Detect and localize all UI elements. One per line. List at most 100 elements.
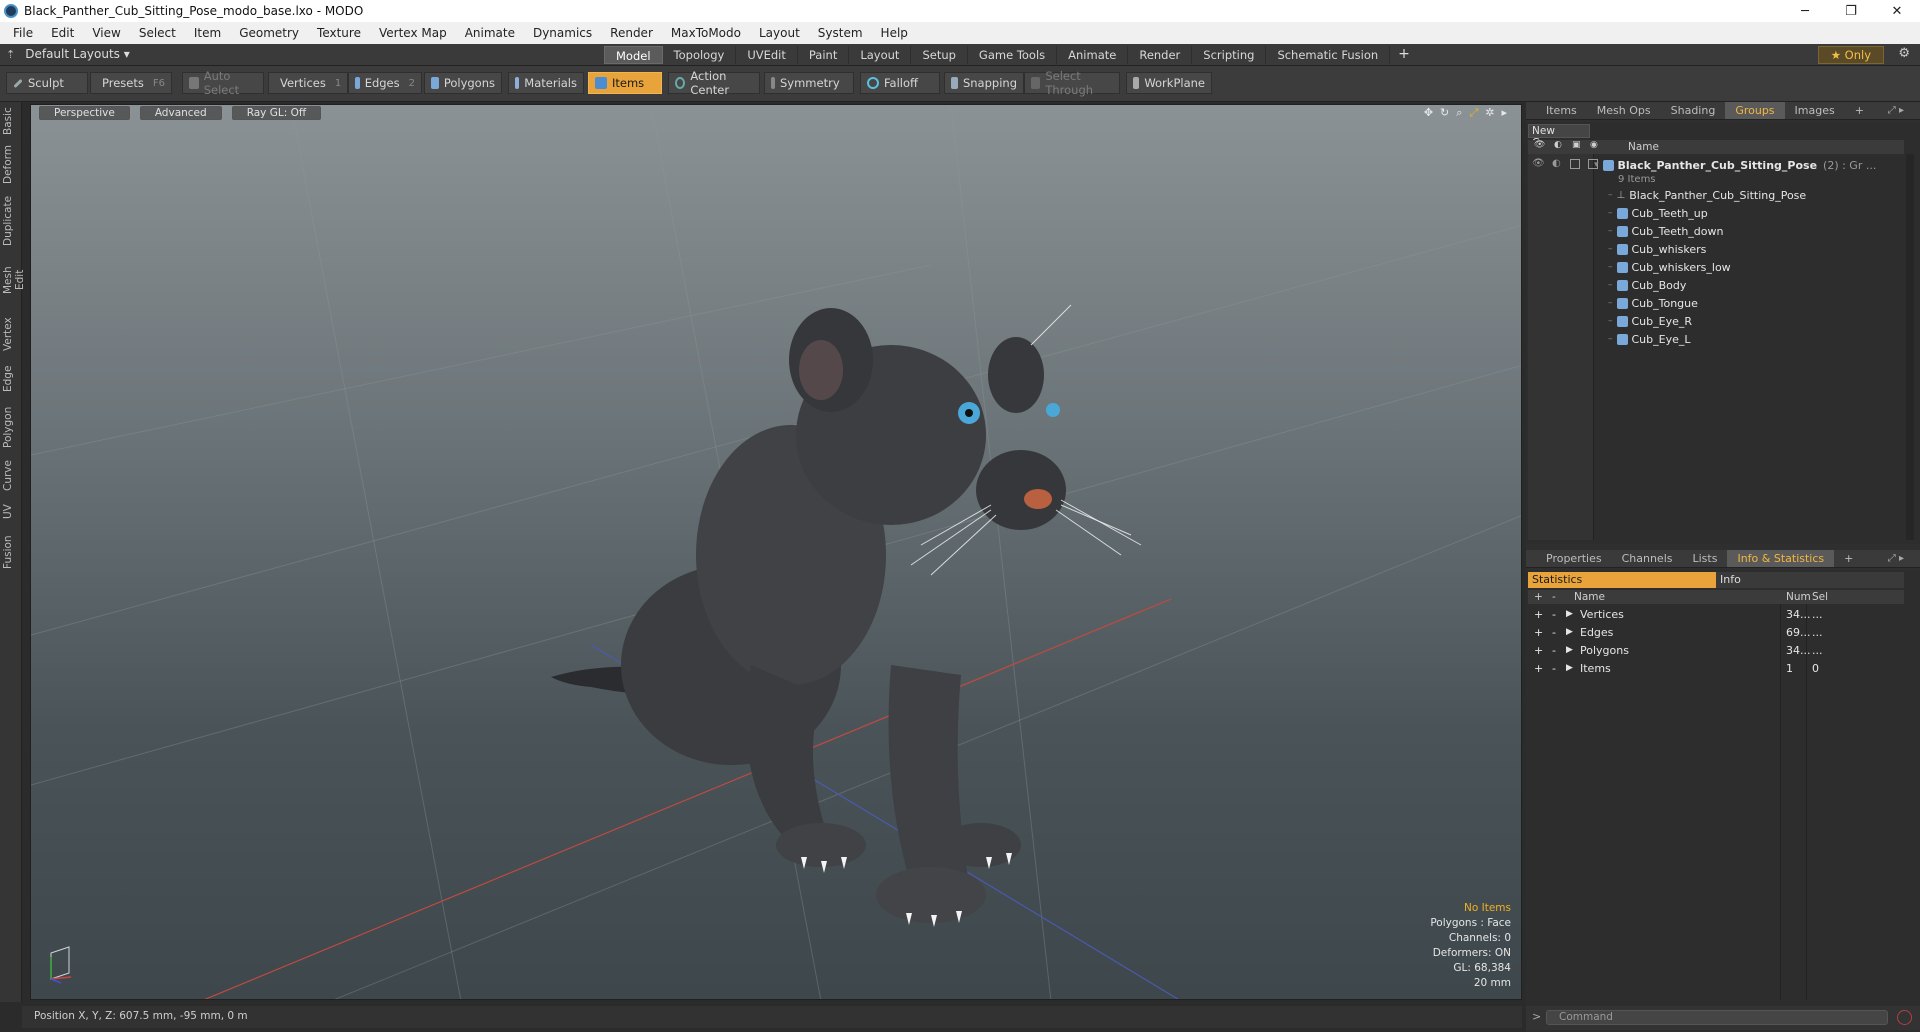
view-mode-dropdown[interactable]: Perspective bbox=[39, 106, 130, 120]
add-tab-button[interactable]: + bbox=[1390, 46, 1418, 64]
strip-tab-vertex[interactable]: Vertex bbox=[2, 314, 20, 354]
expand-arrow-icon[interactable]: ▶ bbox=[1566, 645, 1573, 655]
maximize-button[interactable]: ❐ bbox=[1828, 0, 1874, 22]
menu-view[interactable]: View bbox=[83, 26, 129, 40]
new-group-button[interactable]: New Group bbox=[1528, 124, 1590, 149]
strip-tab-mesh-edit[interactable]: Mesh Edit bbox=[2, 256, 26, 304]
minimize-button[interactable]: ─ bbox=[1782, 0, 1828, 22]
group-collapse-icon[interactable]: ▾ bbox=[1594, 160, 1599, 170]
lock-column-icon[interactable]: ▣ bbox=[1572, 140, 1581, 150]
tab-images[interactable]: Images bbox=[1785, 102, 1845, 119]
visibility-column-icon[interactable]: 👁 bbox=[1534, 140, 1545, 150]
subtab-info[interactable]: Info bbox=[1716, 572, 1904, 588]
tab-info-statistics[interactable]: Info & Statistics bbox=[1727, 550, 1835, 567]
menu-system[interactable]: System bbox=[809, 26, 872, 40]
table-row[interactable]: + - ▶ Polygons 34... ... bbox=[1528, 642, 1904, 660]
tab-schematic-fusion[interactable]: Schematic Fusion bbox=[1266, 46, 1391, 64]
stats-name-header[interactable]: Name bbox=[1574, 591, 1605, 603]
move-view-icon[interactable]: ✥ bbox=[1424, 106, 1433, 120]
edges-mode-button[interactable]: Edges 2 bbox=[348, 72, 422, 94]
tab-animate[interactable]: Animate bbox=[1057, 46, 1129, 64]
presets-button[interactable]: Presets F6 bbox=[90, 72, 172, 94]
collapse-all-icon[interactable]: - bbox=[1552, 591, 1556, 603]
materials-mode-button[interactable]: Materials bbox=[508, 72, 584, 94]
add-icon[interactable]: + bbox=[1534, 626, 1543, 639]
gear-icon[interactable]: ⚙ bbox=[1898, 46, 1910, 61]
render-column-icon[interactable]: ◐ bbox=[1554, 140, 1562, 150]
menu-help[interactable]: Help bbox=[872, 26, 917, 40]
strip-tab-deform[interactable]: Deform bbox=[2, 145, 20, 184]
add-icon[interactable]: + bbox=[1534, 662, 1543, 675]
strip-tab-fusion[interactable]: Fusion bbox=[2, 532, 20, 572]
panel-expand-icon[interactable]: ⤢ ▸ bbox=[1878, 102, 1914, 119]
tab-layout[interactable]: Layout bbox=[849, 46, 912, 64]
expand-all-icon[interactable]: + bbox=[1534, 591, 1543, 603]
tab-render[interactable]: Render bbox=[1128, 46, 1193, 64]
add-icon[interactable]: + bbox=[1534, 644, 1543, 657]
bottom-panel-expand-icon[interactable]: ⤢ ▸ bbox=[1878, 550, 1914, 567]
menu-edit[interactable]: Edit bbox=[42, 26, 83, 40]
groups-scrollbar[interactable] bbox=[1906, 154, 1914, 540]
shading-dropdown[interactable]: Advanced bbox=[139, 106, 222, 120]
add-icon[interactable]: + bbox=[1534, 608, 1543, 621]
tab-channels[interactable]: Channels bbox=[1612, 550, 1683, 567]
add-panel-tab-button[interactable]: + bbox=[1845, 102, 1874, 119]
items-mode-button[interactable]: Items bbox=[588, 72, 662, 94]
tab-paint[interactable]: Paint bbox=[798, 46, 850, 64]
expand-arrow-icon[interactable]: ▶ bbox=[1566, 627, 1573, 637]
list-item[interactable]: – Cub_Eye_L bbox=[1594, 330, 1904, 348]
tab-uvedit[interactable]: UVEdit bbox=[736, 46, 798, 64]
polygons-mode-button[interactable]: Polygons bbox=[424, 72, 502, 94]
add-bottom-tab-button[interactable]: + bbox=[1834, 550, 1863, 567]
list-item[interactable]: – Cub_whiskers bbox=[1594, 240, 1904, 258]
remove-icon[interactable]: - bbox=[1552, 608, 1556, 621]
list-item[interactable]: – Cub_Tongue bbox=[1594, 294, 1904, 312]
menu-layout[interactable]: Layout bbox=[750, 26, 809, 40]
menu-vertex-map[interactable]: Vertex Map bbox=[370, 26, 456, 40]
vertices-mode-button[interactable]: Vertices 1 bbox=[268, 72, 348, 94]
strip-tab-edge[interactable]: Edge bbox=[2, 364, 20, 394]
tab-items[interactable]: Items bbox=[1536, 102, 1587, 119]
auto-select-button[interactable]: Auto Select bbox=[182, 69, 264, 97]
strip-tab-basic[interactable]: Basic bbox=[2, 106, 20, 136]
list-item[interactable]: – Cub_whiskers_low bbox=[1594, 258, 1904, 276]
menu-render[interactable]: Render bbox=[601, 26, 662, 40]
tab-topology[interactable]: Topology bbox=[663, 46, 737, 64]
only-toggle-button[interactable]: ★ Only bbox=[1817, 46, 1884, 64]
workplane-button[interactable]: WorkPlane bbox=[1126, 72, 1212, 94]
group-visibility-icon[interactable]: 👁 bbox=[1532, 158, 1545, 169]
menu-select[interactable]: Select bbox=[130, 26, 185, 40]
command-clear-icon[interactable] bbox=[1897, 1010, 1912, 1025]
menu-texture[interactable]: Texture bbox=[308, 26, 370, 40]
tab-scripting[interactable]: Scripting bbox=[1192, 46, 1267, 64]
menu-item[interactable]: Item bbox=[185, 26, 230, 40]
menu-dynamics[interactable]: Dynamics bbox=[524, 26, 601, 40]
name-column-header[interactable]: Name bbox=[1628, 141, 1659, 153]
expand-arrow-icon[interactable]: ▶ bbox=[1566, 663, 1573, 673]
strip-tab-polygon[interactable]: Polygon bbox=[2, 404, 20, 450]
layouts-dropdown[interactable]: Default Layouts ▾ bbox=[25, 47, 130, 61]
snapping-button[interactable]: Snapping bbox=[944, 72, 1024, 94]
strip-tab-curve[interactable]: Curve bbox=[2, 458, 20, 494]
strip-tab-duplicate[interactable]: Duplicate bbox=[2, 196, 20, 246]
stats-num-header[interactable]: Num bbox=[1786, 591, 1811, 603]
list-item[interactable]: – Cub_Teeth_up bbox=[1594, 204, 1904, 222]
group-lock-checkbox[interactable] bbox=[1570, 159, 1580, 169]
falloff-button[interactable]: Falloff bbox=[860, 72, 940, 94]
remove-icon[interactable]: - bbox=[1552, 662, 1556, 675]
remove-icon[interactable]: - bbox=[1552, 644, 1556, 657]
sculpt-button[interactable]: Sculpt bbox=[6, 72, 88, 94]
rotate-view-icon[interactable]: ↻ bbox=[1440, 106, 1449, 120]
strip-tab-uv[interactable]: UV bbox=[2, 502, 20, 522]
tab-model[interactable]: Model bbox=[604, 46, 663, 64]
viewport-settings-icon[interactable]: ✲ bbox=[1485, 106, 1494, 120]
stats-sel-header[interactable]: Sel bbox=[1812, 591, 1828, 603]
expand-arrow-icon[interactable]: ▶ bbox=[1566, 609, 1573, 619]
tab-setup[interactable]: Setup bbox=[911, 46, 968, 64]
table-row[interactable]: + - ▶ Vertices 34... ... bbox=[1528, 606, 1904, 624]
menu-file[interactable]: File bbox=[4, 26, 42, 40]
tab-shading[interactable]: Shading bbox=[1661, 102, 1726, 119]
table-row[interactable]: + - ▶ Items 1 0 bbox=[1528, 660, 1904, 678]
list-item[interactable]: – Cub_Teeth_down bbox=[1594, 222, 1904, 240]
list-item[interactable]: – Cub_Body bbox=[1594, 276, 1904, 294]
